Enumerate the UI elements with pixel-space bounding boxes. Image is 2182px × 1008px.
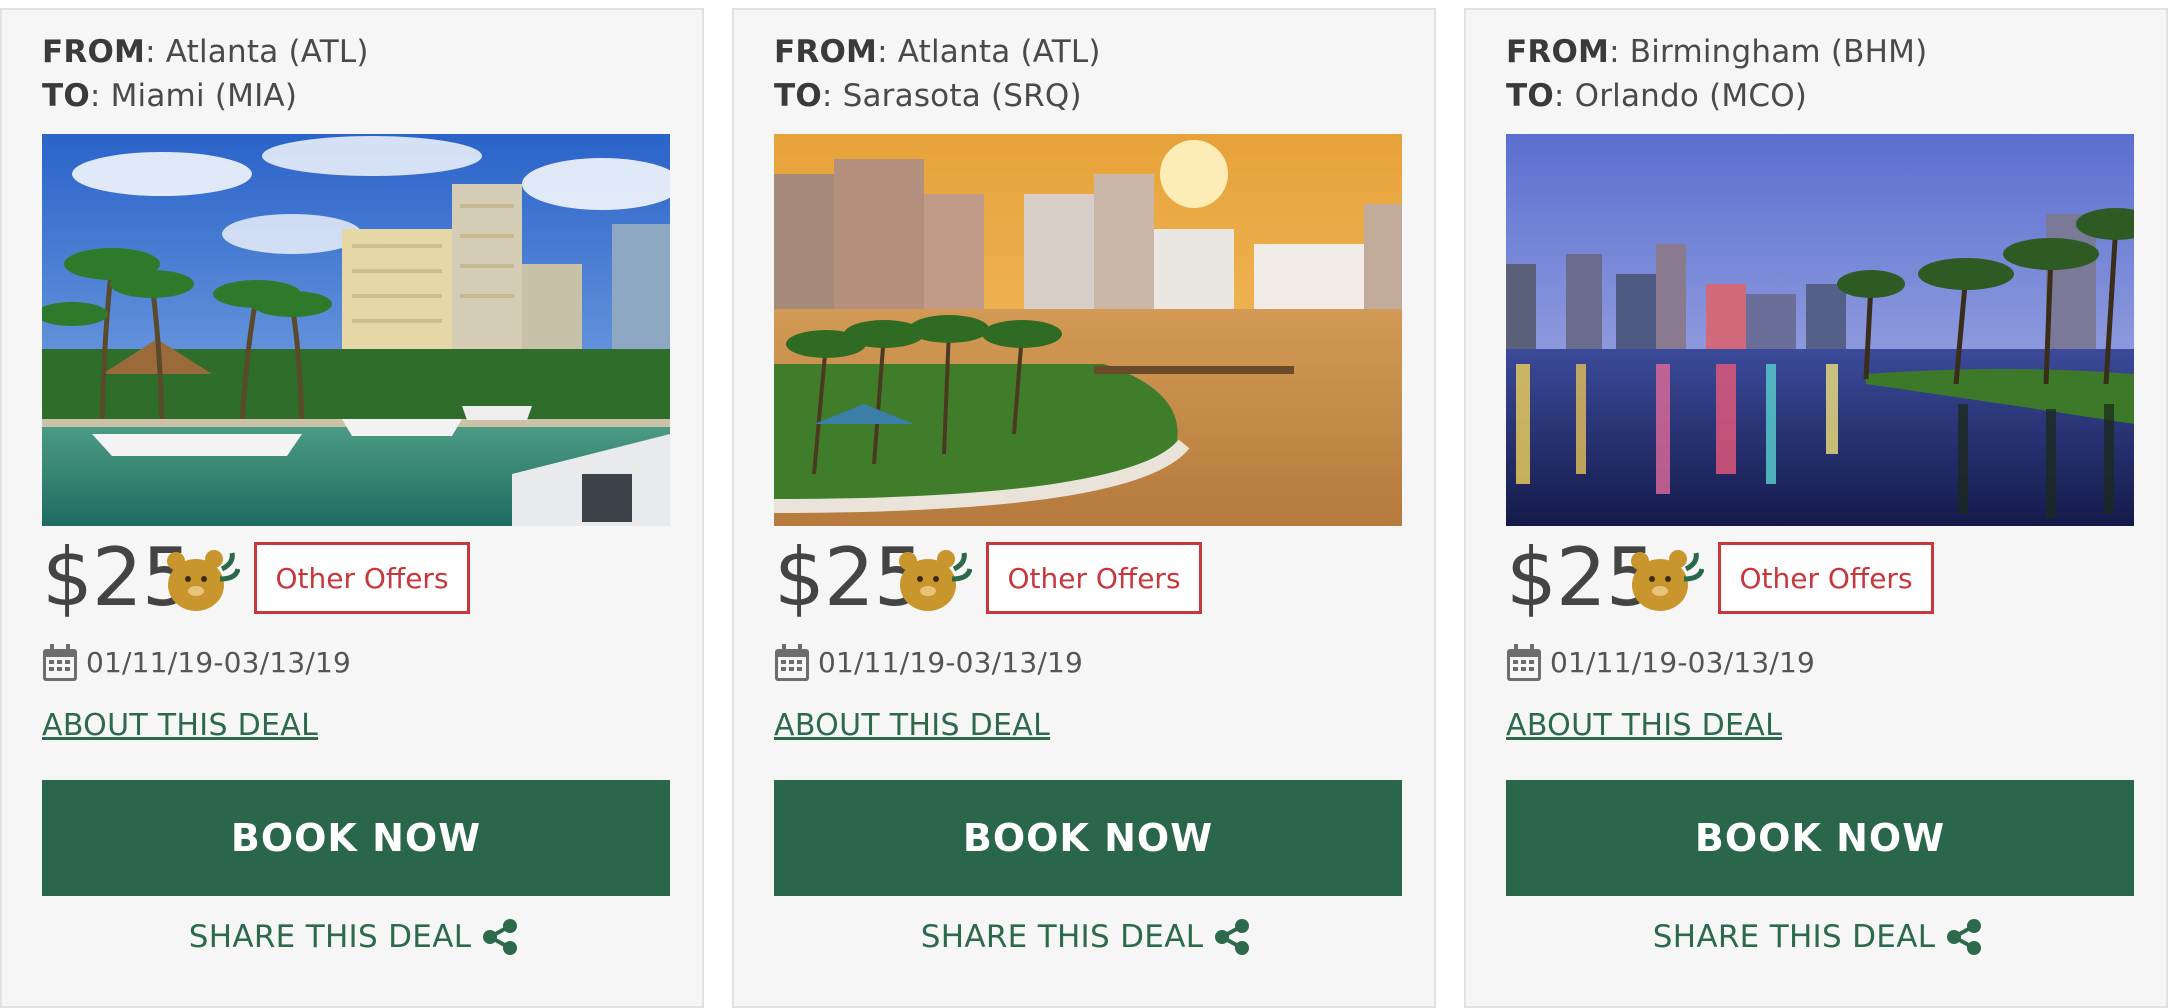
from-route: FROM: Birmingham (BHM): [1506, 34, 1927, 70]
about-this-deal-link[interactable]: ABOUT THIS DEAL: [42, 708, 318, 743]
to-value: : Orlando (MCO): [1553, 78, 1808, 114]
to-value: : Miami (MIA): [89, 78, 298, 114]
from-value: : Atlanta (ATL): [877, 34, 1101, 70]
deal-dates: 01/11/19-03/13/19: [818, 646, 1084, 679]
calendar-icon: [775, 644, 809, 681]
to-route: TO: Sarasota (SRQ): [774, 78, 1082, 114]
to-value: : Sarasota (SRQ): [821, 78, 1082, 114]
share-icon: [1947, 919, 1982, 955]
bear-mascot-icon: [899, 550, 972, 611]
to-route: TO: Miami (MIA): [42, 78, 297, 114]
deal-card: FROM: Atlanta (ATL) TO: Miami (MIA) $25 …: [0, 8, 704, 1008]
deal-dates: 01/11/19-03/13/19: [1550, 646, 1816, 679]
to-label: TO: [42, 78, 90, 114]
deal-card: FROM: Atlanta (ATL) TO: Sarasota (SRQ) $…: [732, 8, 1436, 1008]
other-offers-button[interactable]: Other Offers: [254, 542, 470, 614]
share-label: SHARE THIS DEAL: [1652, 919, 1936, 955]
calendar-icon: [43, 644, 77, 681]
from-value: : Birmingham (BHM): [1609, 34, 1928, 70]
about-this-deal-link[interactable]: ABOUT THIS DEAL: [774, 708, 1050, 743]
share-this-deal-link[interactable]: SHARE THIS DEAL: [734, 918, 1438, 956]
from-label: FROM: [42, 34, 146, 70]
from-label: FROM: [1506, 34, 1610, 70]
share-this-deal-link[interactable]: SHARE THIS DEAL: [2, 918, 706, 956]
from-route: FROM: Atlanta (ATL): [774, 34, 1101, 70]
to-label: TO: [774, 78, 822, 114]
book-now-button[interactable]: BOOK NOW: [42, 780, 670, 896]
orlando-lake-photo[interactable]: [1506, 134, 2134, 526]
deal-dates: 01/11/19-03/13/19: [86, 646, 352, 679]
miami-marina-photo[interactable]: [42, 134, 670, 526]
bear-mascot-icon: [1631, 550, 1704, 611]
to-route: TO: Orlando (MCO): [1506, 78, 1807, 114]
from-value: : Atlanta (ATL): [145, 34, 369, 70]
deal-card: FROM: Birmingham (BHM) TO: Orlando (MCO): [1464, 8, 2168, 1008]
from-label: FROM: [774, 34, 878, 70]
book-now-button[interactable]: BOOK NOW: [1506, 780, 2134, 896]
sarasota-sunset-photo[interactable]: [774, 134, 1402, 526]
to-label: TO: [1506, 78, 1554, 114]
share-icon: [1215, 919, 1250, 955]
share-icon: [483, 919, 518, 955]
calendar-icon: [1507, 644, 1541, 681]
book-now-button[interactable]: BOOK NOW: [774, 780, 1402, 896]
other-offers-button[interactable]: Other Offers: [986, 542, 1202, 614]
other-offers-button[interactable]: Other Offers: [1718, 542, 1934, 614]
share-label: SHARE THIS DEAL: [920, 919, 1204, 955]
bear-mascot-icon: [167, 550, 240, 611]
share-this-deal-link[interactable]: SHARE THIS DEAL: [1466, 918, 2170, 956]
from-route: FROM: Atlanta (ATL): [42, 34, 369, 70]
share-label: SHARE THIS DEAL: [188, 919, 472, 955]
about-this-deal-link[interactable]: ABOUT THIS DEAL: [1506, 708, 1782, 743]
